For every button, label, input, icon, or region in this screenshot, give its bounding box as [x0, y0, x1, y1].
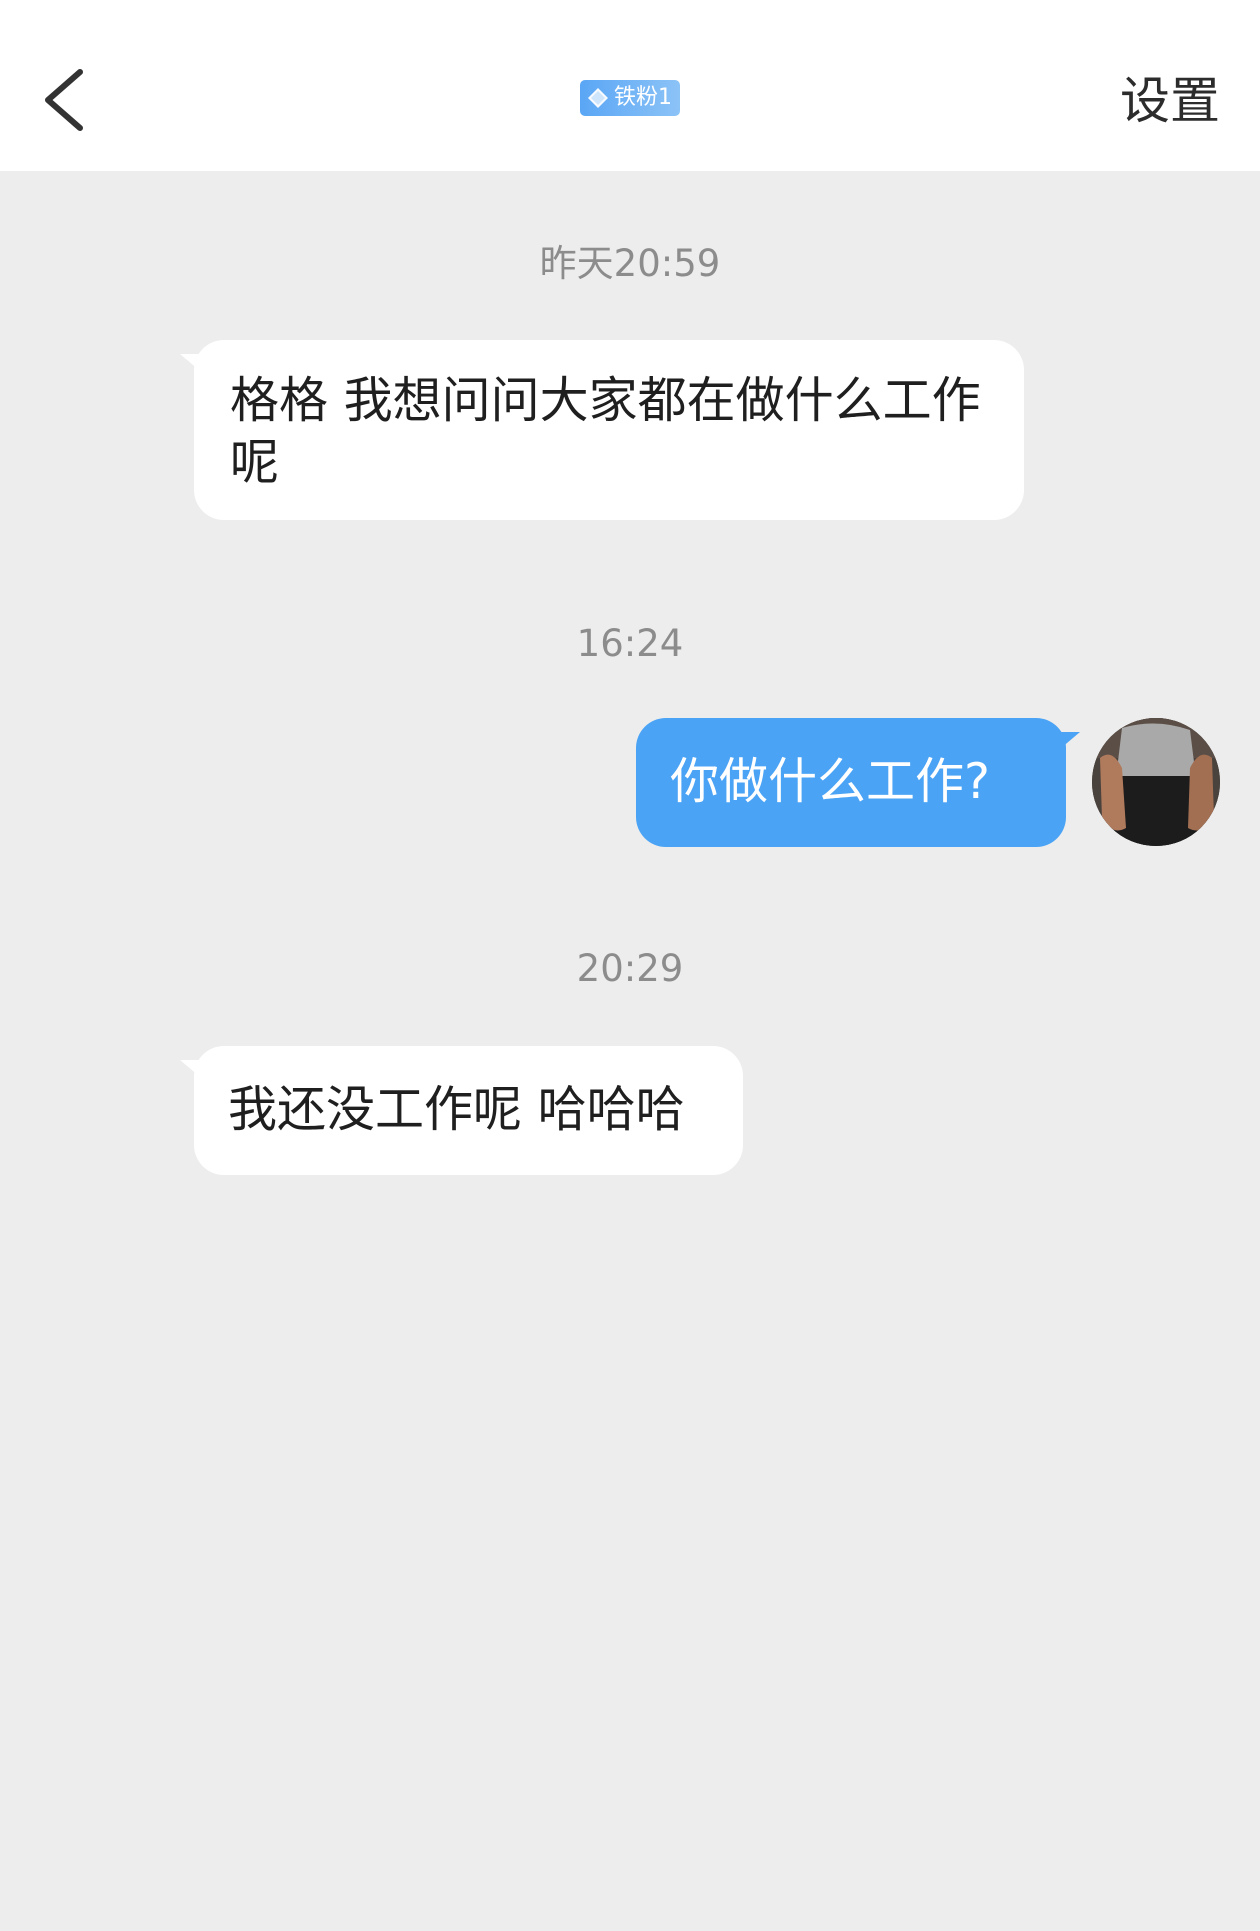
user-photo-icon	[1092, 718, 1220, 846]
message-timestamp: 昨天20:59	[539, 242, 721, 285]
bubble-tail	[180, 1060, 206, 1082]
title-area: 铁粉1	[0, 80, 1260, 116]
settings-button[interactable]: 设置	[1120, 68, 1220, 134]
message-text: 我还没工作呢 哈哈哈	[228, 1081, 685, 1138]
top-bar: 铁粉1 设置	[0, 0, 1260, 171]
incoming-message-bubble[interactable]: 格格 我想问问大家都在做什么工作呢	[180, 340, 1024, 520]
fan-level-text: 铁粉1	[614, 85, 672, 110]
outgoing-message-bubble[interactable]: 你做什么工作?	[636, 718, 1080, 847]
message-text: 格格 我想问问大家都在做什么工作呢	[230, 372, 981, 491]
diamond-icon	[588, 88, 608, 108]
message-timestamp: 20:29	[576, 947, 684, 990]
incoming-message-bubble[interactable]: 我还没工作呢 哈哈哈	[180, 1046, 743, 1175]
message-timestamp: 16:24	[576, 622, 684, 665]
fan-level-badge: 铁粉1	[580, 80, 680, 116]
message-text: 你做什么工作?	[670, 753, 991, 810]
bubble-tail	[180, 354, 206, 376]
bubble-tail	[1054, 732, 1080, 754]
avatar[interactable]	[1092, 718, 1220, 846]
